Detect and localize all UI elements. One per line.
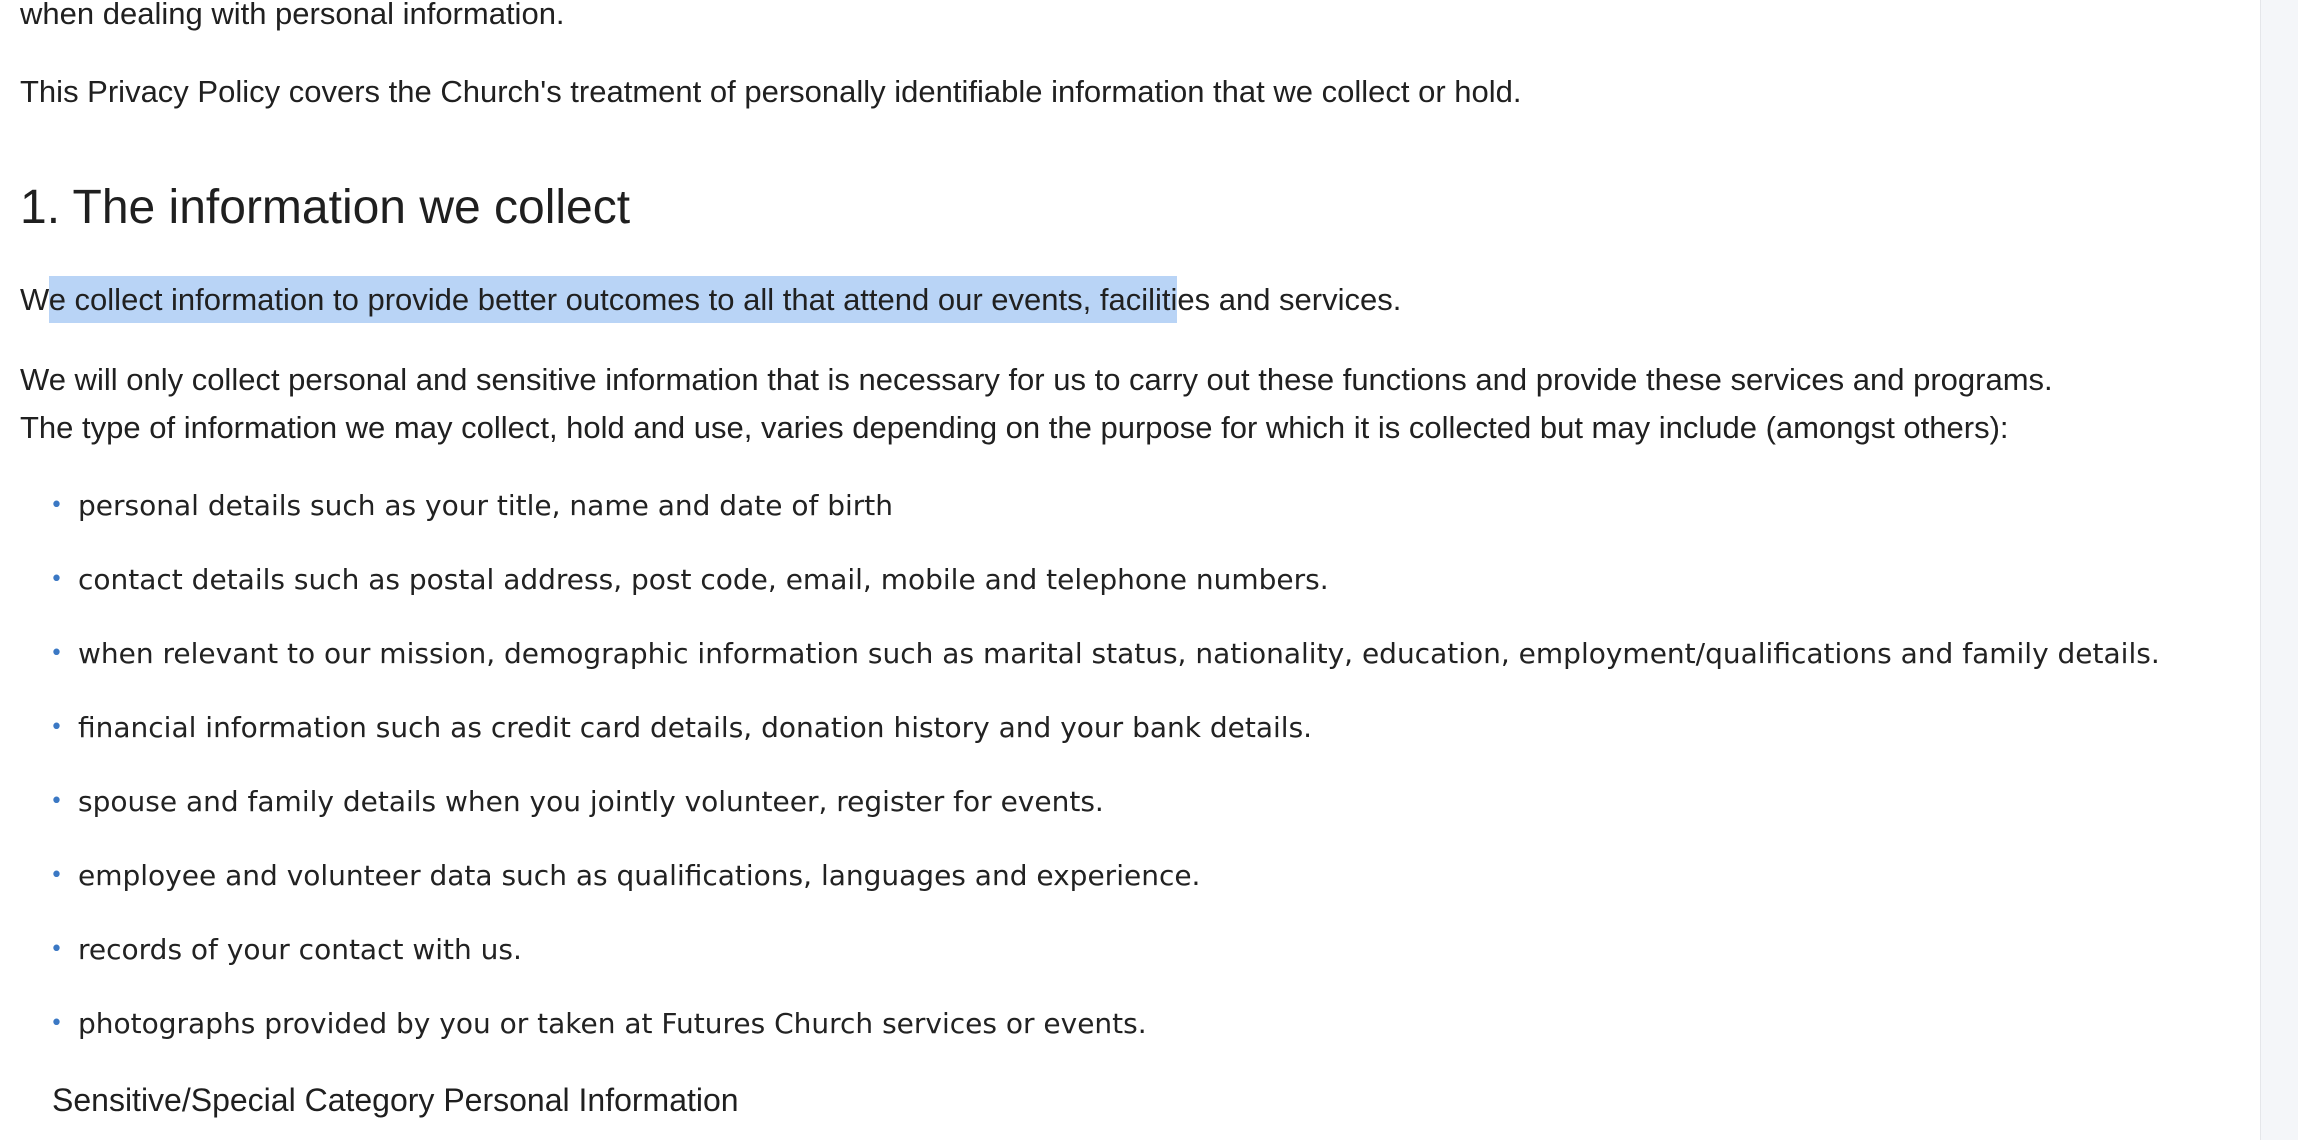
list-item: • contact details such as postal address,…	[50, 550, 2160, 624]
bullet-icon: •	[50, 641, 63, 666]
list-item-text: financial information such as credit car…	[78, 711, 1313, 744]
section-heading: 1. The information we collect	[20, 181, 631, 234]
list-item: • when relevant to our mission, demograph…	[50, 624, 2160, 698]
intro-paragraph: This Privacy Policy covers the Church's …	[20, 74, 1522, 109]
sensitive-info-subheading: Sensitive/Special Category Personal Info…	[52, 1082, 739, 1118]
list-item-text: photographs provided by you or taken at …	[78, 1007, 1147, 1040]
paragraph-fragment: when dealing with personal information.	[20, 0, 565, 31]
collection-scope-line-1: We will only collect personal and sensit…	[20, 362, 2053, 397]
list-item-text: personal details such as your title, nam…	[78, 489, 894, 522]
collect-paragraph: We collect information to provide better…	[20, 276, 1401, 324]
list-item: • personal details such as your title, na…	[50, 476, 2160, 550]
scrollbar[interactable]	[2260, 0, 2298, 1140]
collection-scope-paragraph: We will only collect personal and sensit…	[20, 356, 2053, 452]
collection-scope-line-2: The type of information we may collect, …	[20, 410, 2009, 445]
list-item: • spouse and family details when you join…	[50, 772, 2160, 846]
list-item-text: employee and volunteer data such as qual…	[78, 859, 1201, 892]
list-item: • photographs provided by you or taken at…	[50, 994, 2160, 1068]
list-item: • employee and volunteer data such as qua…	[50, 846, 2160, 920]
page: when dealing with personal information. …	[0, 0, 2298, 1140]
bullet-icon: •	[50, 789, 63, 814]
list-item-text: contact details such as postal address, …	[78, 563, 1329, 596]
selected-text: e collect information to provide better …	[48, 276, 1178, 323]
bullet-icon: •	[50, 1011, 63, 1036]
bullet-icon: •	[50, 493, 63, 518]
list-item: • records of your contact with us.	[50, 920, 2160, 994]
bullet-icon: •	[50, 567, 63, 592]
bullet-icon: •	[50, 715, 63, 740]
collect-text-start: W	[20, 282, 49, 317]
list-item-text: spouse and family details when you joint…	[78, 785, 1104, 818]
list-item: • financial information such as credit ca…	[50, 698, 2160, 772]
information-types-list: • personal details such as your title, na…	[50, 476, 2160, 1068]
list-item-text: when relevant to our mission, demographi…	[78, 637, 2160, 670]
collect-text-end: es and services.	[1177, 282, 1402, 317]
bullet-icon: •	[50, 937, 63, 962]
list-item-text: records of your contact with us.	[78, 933, 522, 966]
bullet-icon: •	[50, 863, 63, 888]
